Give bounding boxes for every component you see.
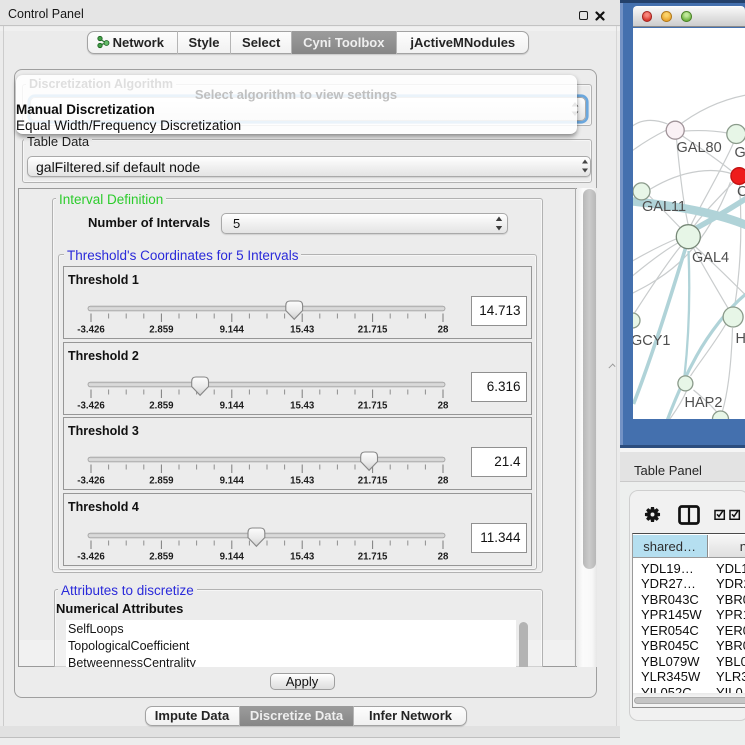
svg-text:21.715: 21.715 [358,400,388,411]
svg-text:GA: GA [734,145,745,161]
svg-text:GAL4: GAL4 [692,250,729,266]
svg-text:9.144: 9.144 [220,325,245,336]
svg-text:21.715: 21.715 [358,475,388,486]
svg-text:9.144: 9.144 [220,551,245,562]
svg-text:GCY1: GCY1 [633,333,671,349]
svg-text:-3.426: -3.426 [77,551,105,562]
svg-text:HAP2: HAP2 [684,395,722,411]
svg-text:H: H [735,331,745,347]
svg-text:2.859: 2.859 [149,475,174,486]
svg-text:21.715: 21.715 [358,325,388,336]
svg-text:28: 28 [438,325,449,336]
svg-text:2.859: 2.859 [149,551,174,562]
svg-text:GAL80: GAL80 [676,140,721,156]
svg-text:2.859: 2.859 [149,400,174,411]
svg-text:-3.426: -3.426 [77,400,105,411]
svg-text:-3.426: -3.426 [77,475,105,486]
svg-text:15.43: 15.43 [290,551,315,562]
svg-text:15.43: 15.43 [290,400,315,411]
svg-text:28: 28 [438,400,449,411]
svg-text:9.144: 9.144 [220,475,245,486]
svg-text:2.859: 2.859 [149,325,174,336]
svg-text:15.43: 15.43 [290,325,315,336]
svg-text:-3.426: -3.426 [77,325,105,336]
svg-text:C: C [737,184,745,200]
svg-text:28: 28 [438,551,449,562]
svg-text:28: 28 [438,475,449,486]
svg-text:21.715: 21.715 [358,551,388,562]
svg-text:GAL11: GAL11 [642,199,686,215]
svg-text:9.144: 9.144 [220,400,245,411]
svg-text:15.43: 15.43 [290,475,315,486]
